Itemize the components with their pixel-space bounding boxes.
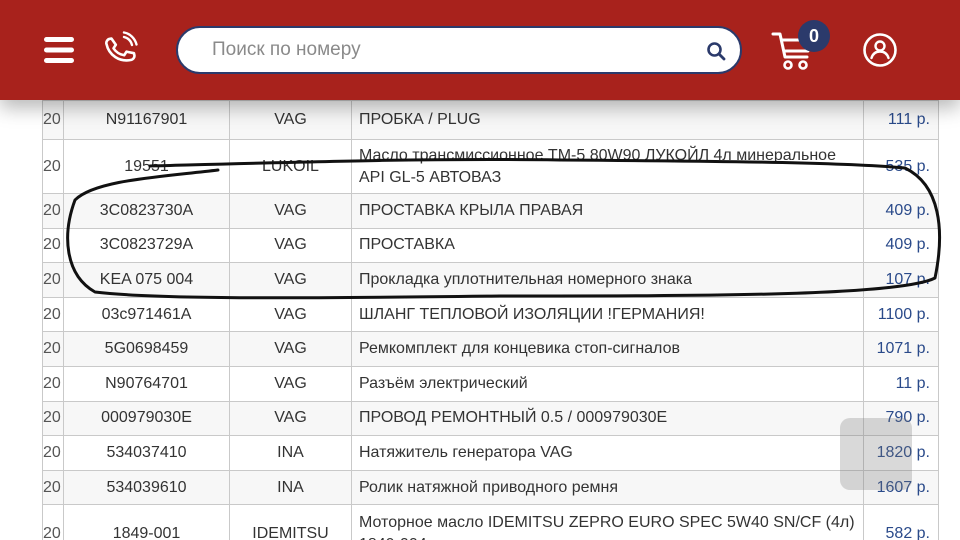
row-brand: VAG: [229, 193, 352, 229]
row-article: 1849-001: [63, 504, 230, 540]
scroll-thumb[interactable]: [840, 418, 912, 490]
row-name: Ремкомплект для концевика стоп-сигналов: [351, 331, 864, 367]
row-article: N91167901: [63, 100, 230, 140]
row-brand: VAG: [229, 400, 352, 437]
table-row[interactable]: 20 534039610 INA Ролик натяжной приводного …: [42, 469, 939, 506]
row-name: Прокладка уплотнительная номерного знака: [351, 262, 864, 298]
row-brand: VAG: [229, 296, 352, 333]
row-name: Разъём электрический: [351, 365, 864, 402]
row-price: 1071 р.: [863, 331, 939, 367]
row-article: 000979030E: [63, 400, 230, 437]
row-quantity: 20: [42, 400, 64, 437]
table-row[interactable]: 20 03c971461A VAG ШЛАНГ ТЕПЛОВОЙ ИЗОЛЯЦИИ !…: [42, 296, 939, 333]
row-quantity: 20: [42, 296, 64, 333]
row-article: 534037410: [63, 435, 230, 471]
row-quantity: 20: [42, 365, 64, 402]
row-name: Ролик натяжной приводного ремня: [351, 469, 864, 506]
row-price: 535 р.: [863, 139, 939, 194]
table-row[interactable]: 20 N90764701 VAG Разъём электрический 11 р.: [42, 365, 939, 402]
row-brand: VAG: [229, 262, 352, 298]
row-name: ПРОВОД РЕМОНТНЫЙ 0.5 / 000979030E: [351, 400, 864, 437]
row-price: 409 р.: [863, 193, 939, 229]
table-row[interactable]: 20 KEA 075 004 VAG Прокладка уплотнительная…: [42, 262, 939, 298]
row-price: 582 р.: [863, 504, 939, 540]
row-quantity: 20: [42, 227, 64, 264]
row-quantity: 20: [42, 193, 64, 229]
row-price: 1100 р.: [863, 296, 939, 333]
row-brand: VAG: [229, 331, 352, 367]
menu-button[interactable]: [38, 28, 80, 72]
row-quantity: 20: [42, 100, 64, 140]
menu-icon: [44, 37, 74, 63]
search-box[interactable]: [176, 26, 742, 74]
cart-count-badge: 0: [798, 20, 830, 52]
row-price: 11 р.: [863, 365, 939, 402]
row-article: N90764701: [63, 365, 230, 402]
row-quantity: 20: [42, 331, 64, 367]
row-quantity: 20: [42, 262, 64, 298]
row-quantity: 20: [42, 504, 64, 540]
row-brand: INA: [229, 435, 352, 471]
row-article: KEA 075 004: [63, 262, 230, 298]
row-article: 5G0698459: [63, 331, 230, 367]
table-row[interactable]: 20 000979030E VAG ПРОВОД РЕМОНТНЫЙ 0.5 / 00…: [42, 400, 939, 437]
row-name: Моторное масло IDEMITSU ZEPRO EURO SPEC …: [351, 504, 864, 540]
row-price: 111 р.: [863, 100, 939, 140]
row-brand: VAG: [229, 227, 352, 264]
search-input[interactable]: [212, 36, 692, 64]
row-brand: IDEMITSU: [229, 504, 352, 540]
row-quantity: 20: [42, 139, 64, 194]
call-button[interactable]: [98, 28, 142, 72]
row-name: ПРОСТАВКА КРЫЛА ПРАВАЯ: [351, 193, 864, 229]
table-row[interactable]: 20 534037410 INA Натяжитель генератора VAG 1…: [42, 435, 939, 471]
row-article: 19551: [63, 139, 230, 194]
row-brand: LUKOIL: [229, 139, 352, 194]
row-price: 107 р.: [863, 262, 939, 298]
search-button[interactable]: [704, 39, 728, 63]
table-row[interactable]: 20 N91167901 VAG ПРОБКА / PLUG 111 р.: [42, 100, 939, 140]
row-name: Масло трансмиссионное ТМ-5 80W90 ЛУКОЙЛ …: [351, 139, 864, 194]
search-icon: [707, 42, 726, 61]
row-brand: VAG: [229, 100, 352, 140]
top-navigation-bar: 0: [0, 0, 960, 100]
table-row[interactable]: 20 3C0823730A VAG ПРОСТАВКА КРЫЛА ПРАВАЯ 409…: [42, 193, 939, 229]
account-button[interactable]: [858, 28, 902, 72]
row-quantity: 20: [42, 469, 64, 506]
row-article: 534039610: [63, 469, 230, 506]
row-name: ШЛАНГ ТЕПЛОВОЙ ИЗОЛЯЦИИ !ГЕРМАНИЯ!: [351, 296, 864, 333]
row-name: Натяжитель генератора VAG: [351, 435, 864, 471]
row-name: ПРОБКА / PLUG: [351, 100, 864, 140]
table-row[interactable]: 20 3C0823729A VAG ПРОСТАВКА 409 р.: [42, 227, 939, 264]
user-icon: [863, 33, 897, 67]
table-row[interactable]: 20 1849-001 IDEMITSU Моторное масло IDEMITS…: [42, 504, 939, 540]
row-name: ПРОСТАВКА: [351, 227, 864, 264]
row-article: 3C0823730A: [63, 193, 230, 229]
table-row[interactable]: 20 5G0698459 VAG Ремкомплект для концевика …: [42, 331, 939, 367]
phone-icon: [105, 31, 138, 62]
row-article: 03c971461A: [63, 296, 230, 333]
parts-table-container: 20 N91167901 VAG ПРОБКА / PLUG 111 р. 20 19551…: [42, 100, 939, 540]
row-quantity: 20: [42, 435, 64, 471]
table-row[interactable]: 20 19551 LUKOIL Масло трансмиссионное ТМ-5 …: [42, 139, 939, 194]
row-brand: INA: [229, 469, 352, 506]
row-brand: VAG: [229, 365, 352, 402]
row-price: 409 р.: [863, 227, 939, 264]
parts-table: 20 N91167901 VAG ПРОБКА / PLUG 111 р. 20 19551…: [42, 100, 939, 540]
row-article: 3C0823729A: [63, 227, 230, 264]
